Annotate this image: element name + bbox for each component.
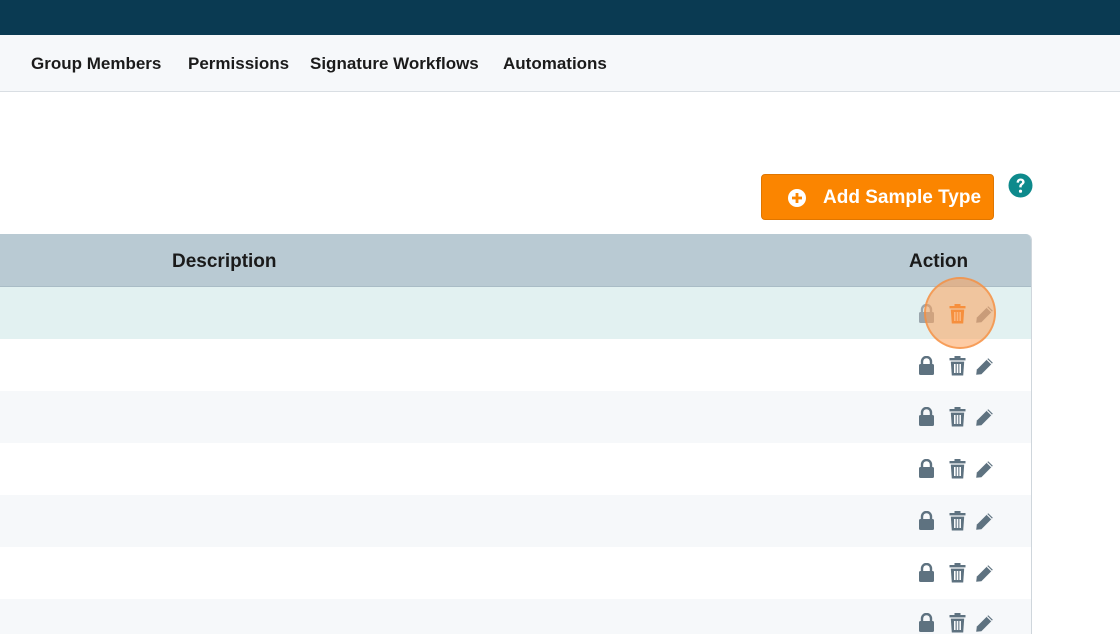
- sample-types-table: Description Action: [0, 234, 1032, 634]
- tab-signature-workflows[interactable]: Signature Workflows: [310, 35, 479, 92]
- trash-icon[interactable]: [949, 304, 966, 324]
- trash-icon[interactable]: [949, 511, 966, 531]
- pencil-icon[interactable]: [975, 614, 994, 633]
- table-row[interactable]: [0, 287, 1031, 339]
- pencil-icon[interactable]: [975, 460, 994, 479]
- table-header: Description Action: [0, 234, 1031, 287]
- table-row[interactable]: [0, 339, 1031, 391]
- add-sample-type-button[interactable]: Add Sample Type: [761, 174, 994, 220]
- pencil-icon[interactable]: [975, 408, 994, 427]
- lock-icon[interactable]: [918, 459, 935, 479]
- table-row[interactable]: [0, 547, 1031, 599]
- pencil-icon[interactable]: [975, 357, 994, 376]
- table-row[interactable]: [0, 599, 1031, 634]
- pencil-icon[interactable]: [975, 305, 994, 324]
- pencil-icon[interactable]: [975, 512, 994, 531]
- trash-icon[interactable]: [949, 613, 966, 633]
- app-header-bar: [0, 0, 1120, 35]
- trash-icon[interactable]: [949, 563, 966, 583]
- lock-icon[interactable]: [918, 563, 935, 583]
- lock-icon[interactable]: [918, 407, 935, 427]
- add-sample-type-label: Add Sample Type: [823, 187, 982, 208]
- tab-bar: Group Members Permissions Signature Work…: [0, 35, 1120, 92]
- help-icon[interactable]: [1008, 173, 1033, 198]
- table-row[interactable]: [0, 443, 1031, 495]
- lock-icon[interactable]: [918, 356, 935, 376]
- lock-icon[interactable]: [918, 613, 935, 633]
- tab-automations[interactable]: Automations: [503, 35, 607, 92]
- plus-circle-icon: [788, 189, 806, 207]
- lock-icon[interactable]: [918, 304, 935, 324]
- trash-icon[interactable]: [949, 356, 966, 376]
- tab-group-members[interactable]: Group Members: [31, 35, 161, 92]
- table-row[interactable]: [0, 495, 1031, 547]
- tab-permissions[interactable]: Permissions: [188, 35, 289, 92]
- table-row[interactable]: [0, 391, 1031, 443]
- trash-icon[interactable]: [949, 407, 966, 427]
- pencil-icon[interactable]: [975, 564, 994, 583]
- trash-icon[interactable]: [949, 459, 966, 479]
- column-header-description[interactable]: Description: [172, 234, 277, 287]
- lock-icon[interactable]: [918, 511, 935, 531]
- column-header-action: Action: [909, 251, 969, 272]
